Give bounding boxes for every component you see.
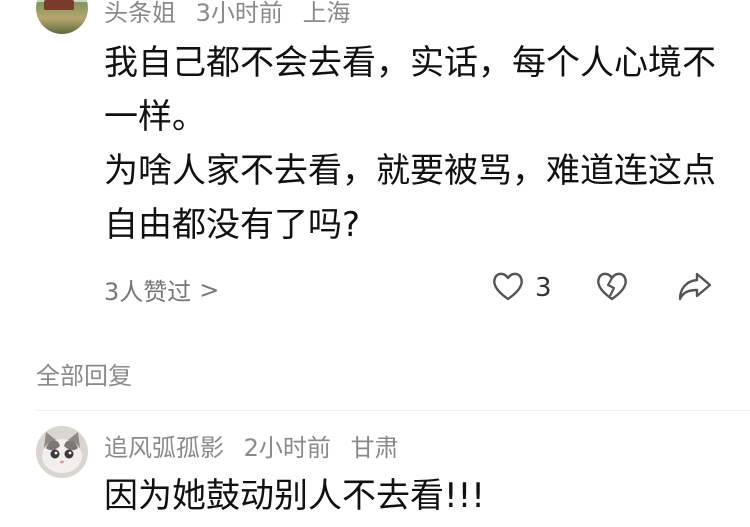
reply-item: 追风弧孤影 2小时前 甘肃 因为她鼓动别人不去看!!! xyxy=(0,418,750,527)
chevron-right-icon: > xyxy=(199,275,220,304)
all-replies-label: 全部回复 xyxy=(36,362,132,390)
reply-meta: 追风弧孤影 2小时前 甘肃 xyxy=(104,428,411,463)
reply-author[interactable]: 追风弧孤影 xyxy=(104,434,224,462)
avatar[interactable] xyxy=(36,0,88,34)
comment-location: 上海 xyxy=(302,0,351,27)
comment-paragraph: 我自己都不会去看，实话，每个人心境不一样。 xyxy=(104,43,716,137)
dislike-button[interactable] xyxy=(595,270,629,306)
share-button[interactable] xyxy=(677,270,713,306)
avatar[interactable] xyxy=(36,426,88,478)
comment-item: 头条姐 3小时前 上海 我自己都不会去看，实话，每个人心境不一样。 为啥人家不去… xyxy=(0,0,750,340)
avatar-roof xyxy=(44,0,74,10)
like-count: 3 xyxy=(535,273,552,303)
comment-actions: 3人赞过 > 3 xyxy=(104,270,724,310)
comment-body: 我自己都不会去看，实话，每个人心境不一样。 为啥人家不去看，就要被骂，难道连这点… xyxy=(104,36,724,252)
like-button[interactable]: 3 xyxy=(491,270,552,306)
share-arrow-icon xyxy=(677,272,713,306)
comment-time: 3小时前 xyxy=(195,0,283,27)
reply-time: 2小时前 xyxy=(243,434,331,462)
comment-meta: 头条姐 3小时前 上海 xyxy=(104,0,363,28)
likers-text: 3人赞过 xyxy=(104,278,192,306)
comment-paragraph: 为啥人家不去看，就要被骂，难道连这点自由都没有了吗? xyxy=(104,151,716,245)
cat-avatar-image xyxy=(36,426,88,478)
likers-link[interactable]: 3人赞过 > xyxy=(104,272,219,307)
divider xyxy=(36,410,750,411)
heart-outline-icon xyxy=(491,270,525,306)
broken-heart-icon xyxy=(595,272,629,306)
reply-location: 甘肃 xyxy=(350,434,399,462)
reply-body: 因为她鼓动别人不去看!!! xyxy=(104,476,485,516)
comment-author[interactable]: 头条姐 xyxy=(104,0,176,27)
